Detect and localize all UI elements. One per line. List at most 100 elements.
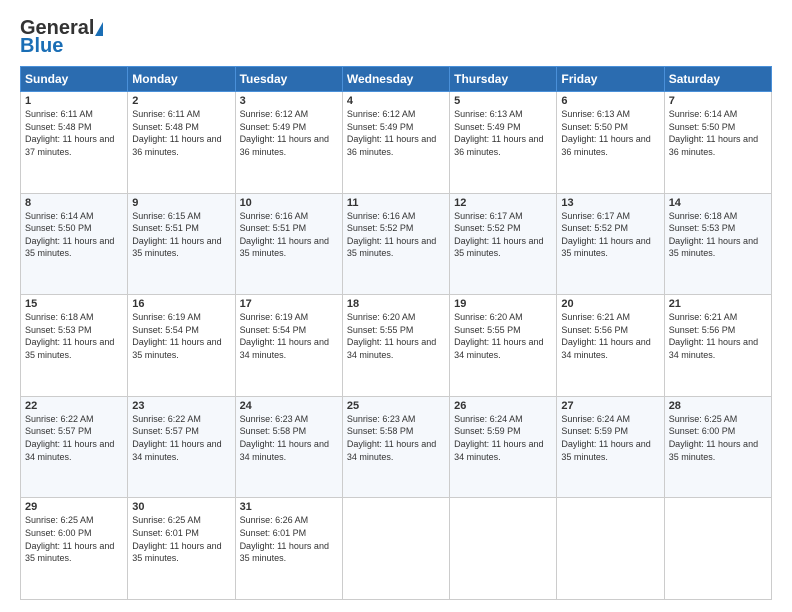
day-detail: Sunrise: 6:17 AMSunset: 5:52 PMDaylight:… bbox=[454, 211, 543, 259]
day-number: 27 bbox=[561, 400, 659, 412]
day-number: 17 bbox=[240, 298, 338, 310]
day-detail: Sunrise: 6:25 AMSunset: 6:00 PMDaylight:… bbox=[669, 414, 758, 462]
day-number: 13 bbox=[561, 197, 659, 209]
day-header-monday: Monday bbox=[128, 67, 235, 92]
day-cell-25: 25 Sunrise: 6:23 AMSunset: 5:58 PMDayligh… bbox=[342, 396, 449, 498]
day-number: 10 bbox=[240, 197, 338, 209]
day-cell-3: 3 Sunrise: 6:12 AMSunset: 5:49 PMDaylight… bbox=[235, 92, 342, 194]
day-detail: Sunrise: 6:12 AMSunset: 5:49 PMDaylight:… bbox=[240, 109, 329, 157]
day-cell-18: 18Sunrise: 6:20 AMSunset: 5:55 PMDayligh… bbox=[342, 295, 449, 397]
day-number: 29 bbox=[25, 501, 123, 513]
day-detail: Sunrise: 6:22 AMSunset: 5:57 PMDaylight:… bbox=[25, 414, 114, 462]
day-number: 11 bbox=[347, 197, 445, 209]
day-detail: Sunrise: 6:14 AMSunset: 5:50 PMDaylight:… bbox=[669, 109, 758, 157]
day-detail: Sunrise: 6:25 AMSunset: 6:01 PMDaylight:… bbox=[132, 515, 221, 563]
day-cell-6: 6 Sunrise: 6:13 AMSunset: 5:50 PMDaylight… bbox=[557, 92, 664, 194]
day-number: 19 bbox=[454, 298, 552, 310]
day-number: 7 bbox=[669, 95, 767, 107]
day-number: 24 bbox=[240, 400, 338, 412]
day-number: 12 bbox=[454, 197, 552, 209]
day-detail: Sunrise: 6:16 AMSunset: 5:52 PMDaylight:… bbox=[347, 211, 436, 259]
day-detail: Sunrise: 6:19 AMSunset: 5:54 PMDaylight:… bbox=[240, 312, 329, 360]
day-number: 4 bbox=[347, 95, 445, 107]
day-cell-23: 23Sunrise: 6:22 AMSunset: 5:57 PMDayligh… bbox=[128, 396, 235, 498]
day-cell-22: 22Sunrise: 6:22 AMSunset: 5:57 PMDayligh… bbox=[21, 396, 128, 498]
day-cell-10: 10 Sunrise: 6:16 AMSunset: 5:51 PMDayligh… bbox=[235, 193, 342, 295]
day-cell-5: 5 Sunrise: 6:13 AMSunset: 5:49 PMDaylight… bbox=[450, 92, 557, 194]
empty-cell bbox=[557, 498, 664, 600]
empty-cell bbox=[342, 498, 449, 600]
day-number: 5 bbox=[454, 95, 552, 107]
day-number: 2 bbox=[132, 95, 230, 107]
empty-cell bbox=[450, 498, 557, 600]
day-number: 6 bbox=[561, 95, 659, 107]
calendar-week-1: 1Sunrise: 6:11 AMSunset: 5:48 PMDaylight… bbox=[21, 92, 772, 194]
day-cell-4: 4 Sunrise: 6:12 AMSunset: 5:49 PMDaylight… bbox=[342, 92, 449, 194]
day-cell-24: 24 Sunrise: 6:23 AMSunset: 5:58 PMDayligh… bbox=[235, 396, 342, 498]
day-detail: Sunrise: 6:12 AMSunset: 5:49 PMDaylight:… bbox=[347, 109, 436, 157]
day-detail: Sunrise: 6:18 AMSunset: 5:53 PMDaylight:… bbox=[25, 312, 114, 360]
day-number: 8 bbox=[25, 197, 123, 209]
day-number: 9 bbox=[132, 197, 230, 209]
day-cell-11: 11 Sunrise: 6:16 AMSunset: 5:52 PMDayligh… bbox=[342, 193, 449, 295]
day-cell-2: 2 Sunrise: 6:11 AMSunset: 5:48 PMDaylight… bbox=[128, 92, 235, 194]
day-number: 14 bbox=[669, 197, 767, 209]
day-cell-14: 14 Sunrise: 6:18 AMSunset: 5:53 PMDayligh… bbox=[664, 193, 771, 295]
day-number: 28 bbox=[669, 400, 767, 412]
day-header-tuesday: Tuesday bbox=[235, 67, 342, 92]
day-number: 3 bbox=[240, 95, 338, 107]
calendar-page: General Blue SundayMondayTuesdayWednesda… bbox=[0, 0, 792, 612]
day-number: 16 bbox=[132, 298, 230, 310]
day-cell-15: 15 Sunrise: 6:18 AMSunset: 5:53 PMDayligh… bbox=[21, 295, 128, 397]
day-number: 21 bbox=[669, 298, 767, 310]
calendar-week-2: 8 Sunrise: 6:14 AMSunset: 5:50 PMDaylight… bbox=[21, 193, 772, 295]
day-detail: Sunrise: 6:17 AMSunset: 5:52 PMDaylight:… bbox=[561, 211, 650, 259]
logo-blue: Blue bbox=[20, 35, 63, 57]
day-cell-12: 12 Sunrise: 6:17 AMSunset: 5:52 PMDayligh… bbox=[450, 193, 557, 295]
day-detail: Sunrise: 6:25 AMSunset: 6:00 PMDaylight:… bbox=[25, 515, 114, 563]
day-detail: Sunrise: 6:20 AMSunset: 5:55 PMDaylight:… bbox=[454, 312, 543, 360]
day-detail: Sunrise: 6:26 AMSunset: 6:01 PMDaylight:… bbox=[240, 515, 329, 563]
calendar-week-4: 22Sunrise: 6:22 AMSunset: 5:57 PMDayligh… bbox=[21, 396, 772, 498]
day-cell-17: 17 Sunrise: 6:19 AMSunset: 5:54 PMDayligh… bbox=[235, 295, 342, 397]
day-cell-21: 21 Sunrise: 6:21 AMSunset: 5:56 PMDayligh… bbox=[664, 295, 771, 397]
day-detail: Sunrise: 6:21 AMSunset: 5:56 PMDaylight:… bbox=[669, 312, 758, 360]
day-cell-16: 16Sunrise: 6:19 AMSunset: 5:54 PMDayligh… bbox=[128, 295, 235, 397]
day-cell-8: 8 Sunrise: 6:14 AMSunset: 5:50 PMDaylight… bbox=[21, 193, 128, 295]
day-detail: Sunrise: 6:24 AMSunset: 5:59 PMDaylight:… bbox=[454, 414, 543, 462]
day-cell-19: 19 Sunrise: 6:20 AMSunset: 5:55 PMDayligh… bbox=[450, 295, 557, 397]
day-cell-1: 1Sunrise: 6:11 AMSunset: 5:48 PMDaylight… bbox=[21, 92, 128, 194]
day-detail: Sunrise: 6:13 AMSunset: 5:49 PMDaylight:… bbox=[454, 109, 543, 157]
day-number: 18 bbox=[347, 298, 445, 310]
day-header-wednesday: Wednesday bbox=[342, 67, 449, 92]
day-header-thursday: Thursday bbox=[450, 67, 557, 92]
day-detail: Sunrise: 6:22 AMSunset: 5:57 PMDaylight:… bbox=[132, 414, 221, 462]
logo-arrow bbox=[95, 22, 103, 36]
day-number: 30 bbox=[132, 501, 230, 513]
calendar-week-3: 15 Sunrise: 6:18 AMSunset: 5:53 PMDayligh… bbox=[21, 295, 772, 397]
calendar-header-row: SundayMondayTuesdayWednesdayThursdayFrid… bbox=[21, 67, 772, 92]
day-cell-20: 20Sunrise: 6:21 AMSunset: 5:56 PMDayligh… bbox=[557, 295, 664, 397]
day-number: 26 bbox=[454, 400, 552, 412]
day-header-friday: Friday bbox=[557, 67, 664, 92]
day-detail: Sunrise: 6:16 AMSunset: 5:51 PMDaylight:… bbox=[240, 211, 329, 259]
day-detail: Sunrise: 6:14 AMSunset: 5:50 PMDaylight:… bbox=[25, 211, 114, 259]
logo: General Blue bbox=[20, 18, 103, 56]
day-detail: Sunrise: 6:23 AMSunset: 5:58 PMDaylight:… bbox=[347, 414, 436, 462]
empty-cell bbox=[664, 498, 771, 600]
day-detail: Sunrise: 6:24 AMSunset: 5:59 PMDaylight:… bbox=[561, 414, 650, 462]
day-detail: Sunrise: 6:15 AMSunset: 5:51 PMDaylight:… bbox=[132, 211, 221, 259]
day-cell-31: 31Sunrise: 6:26 AMSunset: 6:01 PMDayligh… bbox=[235, 498, 342, 600]
day-number: 25 bbox=[347, 400, 445, 412]
day-cell-26: 26 Sunrise: 6:24 AMSunset: 5:59 PMDayligh… bbox=[450, 396, 557, 498]
day-cell-29: 29 Sunrise: 6:25 AMSunset: 6:00 PMDayligh… bbox=[21, 498, 128, 600]
day-detail: Sunrise: 6:23 AMSunset: 5:58 PMDaylight:… bbox=[240, 414, 329, 462]
header: General Blue bbox=[20, 18, 772, 56]
day-detail: Sunrise: 6:11 AMSunset: 5:48 PMDaylight:… bbox=[25, 109, 114, 157]
day-detail: Sunrise: 6:13 AMSunset: 5:50 PMDaylight:… bbox=[561, 109, 650, 157]
day-cell-9: 9 Sunrise: 6:15 AMSunset: 5:51 PMDaylight… bbox=[128, 193, 235, 295]
day-number: 15 bbox=[25, 298, 123, 310]
day-cell-7: 7 Sunrise: 6:14 AMSunset: 5:50 PMDaylight… bbox=[664, 92, 771, 194]
day-detail: Sunrise: 6:18 AMSunset: 5:53 PMDaylight:… bbox=[669, 211, 758, 259]
day-detail: Sunrise: 6:11 AMSunset: 5:48 PMDaylight:… bbox=[132, 109, 221, 157]
